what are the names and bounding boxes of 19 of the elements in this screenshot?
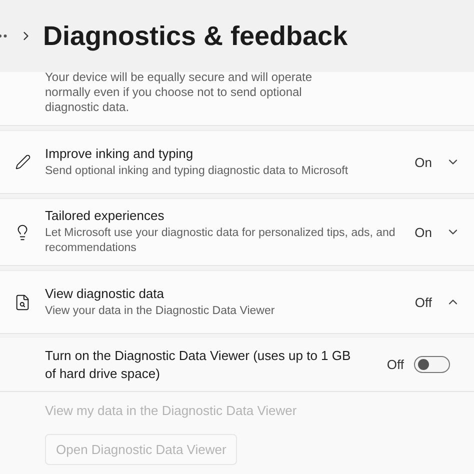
toggle-label: Turn on the Diagnostic Data Viewer (uses up to 1 GB of hard drive space) [45,346,352,382]
setting-title: View diagnostic data [45,286,166,300]
setting-card[interactable]: Tailored experiences Let Microsoft use your diagnostic data for personalized tips, ads, and recommendations On [0,198,474,266]
setting-title: Improve inking and typing [45,146,194,160]
setting-value: On [414,154,432,170]
toggle-value: Off [386,357,404,372]
setting-title: Tailored experiences [45,208,166,223]
pen-icon [14,154,30,170]
setting-card[interactable]: View diagnostic data View your data in the Diagnostic Data Viewer Off [0,270,474,334]
document-search-icon [14,294,31,310]
setting-description: Let Microsoft use your diagnostic data for personalized tips, ads, and recommendations [45,226,396,256]
intro-text: Your device will be equally secure and will operate normally even if you choose not to send optional diagnostic data. [45,70,314,115]
page-title: Diagnostics & feedback [43,20,348,52]
toggle-switch[interactable] [414,356,450,373]
setting-value: Off [414,294,432,310]
setting-description: View your data in the Diagnostic Data Viewer [45,304,276,318]
setting-value: On [414,224,432,240]
setting-description: Send optional inking and typing diagnostic data to Microsoft [45,164,350,178]
setting-card[interactable]: Improve inking and typing Send optional inking and typing diagnostic data to Microsoft On [0,130,474,194]
